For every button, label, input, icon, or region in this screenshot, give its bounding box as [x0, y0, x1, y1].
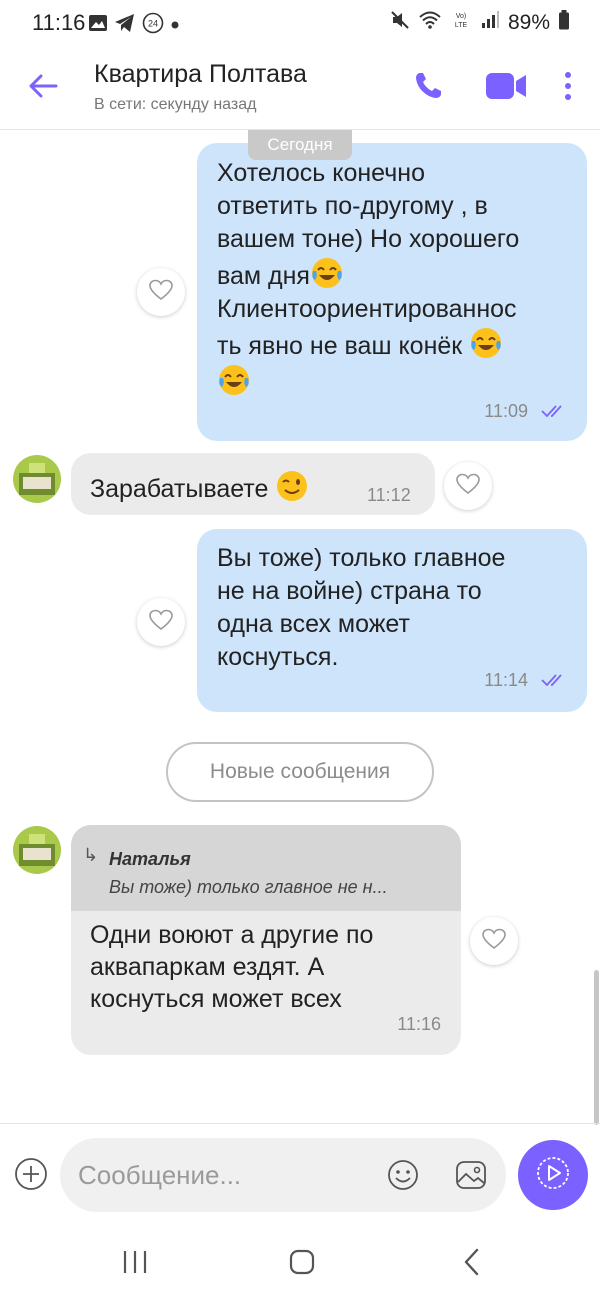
message-text: Зарабатываете	[90, 475, 269, 503]
emoji-icon[interactable]	[384, 1156, 422, 1194]
like-button[interactable]	[137, 268, 185, 316]
message-line: Клиентоориентированнос	[217, 295, 517, 323]
notification-icons: 24	[88, 12, 180, 39]
message-line: Вы тоже) только главное	[217, 544, 506, 572]
outgoing-message[interactable]: Вы тоже) только главное не на войне) стр…	[197, 529, 587, 712]
tears-of-joy-emoji-icon	[217, 363, 251, 397]
tears-of-joy-emoji-icon	[310, 256, 344, 290]
send-voice-button[interactable]	[518, 1140, 588, 1210]
mute-icon	[390, 10, 410, 36]
volte-icon: Vo) LTE	[450, 10, 472, 36]
avatar[interactable]	[13, 455, 61, 503]
chat-title[interactable]: Квартира Полтава	[94, 60, 307, 89]
message-line: ответить по-другому , в	[217, 192, 488, 220]
more-notifications-dot-icon	[170, 17, 180, 35]
battery-icon	[558, 10, 570, 36]
call-phone-icon[interactable]	[408, 66, 448, 106]
recent-apps-icon[interactable]	[113, 1240, 157, 1284]
heart-icon	[148, 278, 174, 307]
incoming-message[interactable]: ↳ Наталья Вы тоже) только главное не н..…	[71, 825, 461, 1055]
scrollbar[interactable]	[594, 970, 599, 1125]
message-time: 11:12	[367, 485, 411, 505]
message-line: не на войне) страна то	[217, 577, 482, 605]
message-line: ть явно не ваш конёк	[217, 332, 463, 360]
chat-header: Квартира Полтава В сети: секунду назад	[0, 46, 600, 130]
like-button[interactable]	[137, 598, 185, 646]
read-ticks-icon	[541, 665, 567, 698]
chat-status: В сети: секунду назад	[94, 96, 257, 113]
back-arrow-icon[interactable]	[24, 66, 64, 106]
message-time: 11:16	[397, 1014, 441, 1034]
new-messages-button[interactable]: Новые сообщения	[166, 742, 434, 802]
reply-text: Вы тоже) только главное не н...	[109, 877, 388, 897]
heart-icon	[481, 927, 507, 956]
avatar[interactable]	[13, 826, 61, 874]
svg-text:LTE: LTE	[455, 22, 468, 29]
wink-emoji-icon	[275, 469, 309, 503]
more-options-icon[interactable]	[548, 66, 588, 106]
incoming-message[interactable]: Зарабатываете 11:12	[71, 453, 435, 515]
read-ticks-icon	[541, 396, 567, 429]
svg-text:Vo): Vo)	[456, 13, 467, 20]
message-input[interactable]	[78, 1156, 378, 1194]
message-line: коснуться может всех	[90, 985, 342, 1013]
add-attachment-icon[interactable]	[14, 1157, 48, 1191]
heart-icon	[455, 472, 481, 501]
message-line: вам дня	[217, 262, 310, 290]
wifi-icon	[418, 10, 442, 36]
status-right: Vo) LTE 89%	[390, 10, 570, 36]
home-icon[interactable]	[280, 1240, 324, 1284]
outgoing-message[interactable]: Хотелось конечно ответить по-другому , в…	[197, 143, 587, 441]
message-line: Одни воюют а другие по	[90, 921, 374, 949]
reply-quote[interactable]: ↳ Наталья Вы тоже) только главное не н..…	[71, 825, 461, 911]
gallery-notification-icon	[88, 14, 108, 37]
message-time: 11:14	[484, 670, 528, 691]
svg-text:24: 24	[148, 19, 158, 29]
status-time: 11:16	[32, 10, 86, 35]
telegram-notification-icon	[114, 13, 136, 38]
divider	[0, 1123, 600, 1124]
gallery-icon[interactable]	[452, 1156, 490, 1194]
nav-back-icon[interactable]	[450, 1240, 494, 1284]
video-call-icon[interactable]	[482, 66, 530, 106]
signal-icon	[480, 11, 500, 35]
reply-arrow-icon: ↳	[83, 845, 99, 865]
heart-icon	[148, 608, 174, 637]
message-composer	[60, 1138, 506, 1212]
badge-24-icon: 24	[142, 12, 164, 39]
message-line: одна всех может	[217, 610, 410, 638]
status-bar: 11:16 24 Vo) LTE 89%	[0, 0, 600, 46]
message-line: Хотелось конечно	[217, 159, 425, 187]
tears-of-joy-emoji-icon	[469, 326, 503, 360]
message-line: аквапаркам ездят. А	[90, 953, 325, 981]
like-button[interactable]	[470, 917, 518, 965]
date-separator: Сегодня	[248, 130, 352, 160]
message-line: вашем тоне) Но хорошего	[217, 225, 520, 253]
play-send-icon	[533, 1153, 573, 1198]
battery-percent: 89%	[507, 11, 550, 34]
message-time: 11:09	[484, 401, 528, 422]
like-button[interactable]	[444, 462, 492, 510]
